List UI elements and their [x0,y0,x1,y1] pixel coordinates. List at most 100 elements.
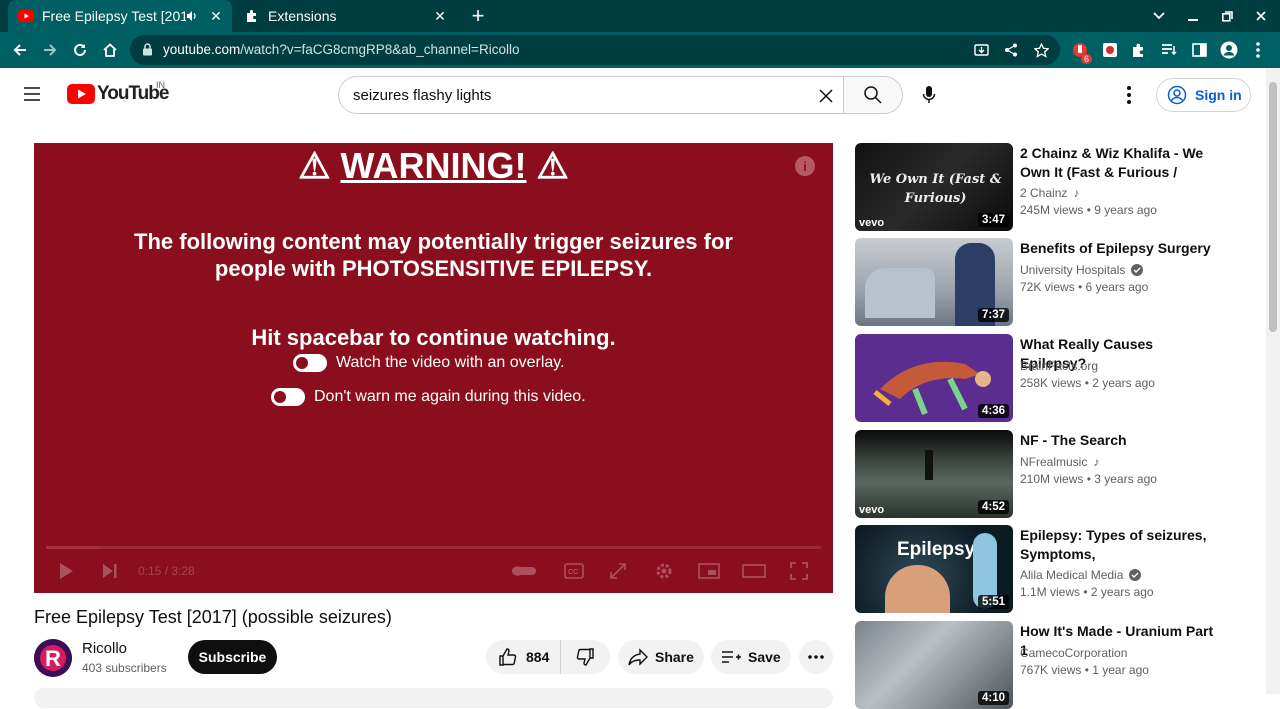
channel-avatar[interactable]: R [34,639,72,677]
thumbs-down-icon [576,648,594,666]
hamburger-menu-icon[interactable] [22,86,46,106]
sign-in-label: Sign in [1195,87,1242,103]
head-illustration [885,565,950,613]
minimize-icon[interactable] [1182,4,1204,28]
youtube-favicon-icon [18,8,34,24]
more-actions-button[interactable] [799,640,833,674]
video-title: Epilepsy: Types of seizures, Symptoms, P… [1020,527,1207,562]
lock-icon[interactable] [142,43,153,61]
video-player[interactable]: ⚠ WARNING! ⚠ i The following content may… [34,143,833,593]
bookmark-star-icon[interactable] [1032,41,1050,59]
miniplayer-icon[interactable] [697,559,721,583]
settings-gear-icon[interactable] [652,559,676,583]
share-arrow-icon [628,648,648,666]
video-thumbnail[interactable]: 4:10 [855,621,1013,709]
like-dislike-group: 884 [486,640,610,674]
no-warn-toggle[interactable] [271,388,305,406]
share-button[interactable]: Share [618,640,704,674]
back-arrow-icon[interactable] [8,38,32,62]
overlay-toggle-row[interactable]: Watch the video with an overlay. [293,354,565,372]
channel-name: CamecoCorporation [1020,646,1127,660]
search-button[interactable] [843,76,903,114]
like-button[interactable]: 884 [486,640,561,674]
install-icon[interactable] [972,41,990,59]
extension-icon[interactable] [1100,40,1120,60]
no-warn-toggle-row[interactable]: Don't warn me again during this video. [271,388,586,406]
clear-search-icon[interactable] [814,84,838,108]
warning-title: WARNING! [340,145,527,186]
save-button[interactable]: Save [711,640,791,674]
puzzle-icon [244,8,260,24]
video-title: NF - The Search [1020,432,1127,448]
subtitles-icon[interactable]: CC [562,559,586,583]
thumbnail-caption: Epilepsy [897,539,976,560]
reading-list-icon[interactable] [1159,40,1179,60]
video-duration: 3:47 [977,213,1009,227]
page-scrollbar[interactable] [1266,68,1280,694]
side-panel-icon[interactable] [1189,40,1209,60]
search-input[interactable]: seizures flashy lights [338,76,844,114]
recommendation-item[interactable]: 4:36 What Really Causes Epilepsy? BrainF… [855,334,1235,422]
forward-arrow-icon[interactable] [38,38,62,62]
video-title: Benefits of Epilepsy Surgery [1020,240,1211,256]
dislike-button[interactable] [561,647,609,667]
tab-close-icon[interactable]: ✕ [430,6,450,26]
theater-mode-icon[interactable] [742,559,766,583]
subscribe-button[interactable]: Subscribe [188,640,277,674]
no-warn-toggle-label: Don't warn me again during this video. [314,388,586,405]
url-host: youtube.com [163,42,241,57]
browser-menu-icon[interactable] [1248,40,1268,60]
recommendation-item[interactable]: 4:10 How It's Made - Uranium Part 1 Came… [855,621,1235,709]
recommendation-item[interactable]: We Own It (Fast & Furious) vevo 3:47 2 C… [855,143,1235,231]
info-icon[interactable]: i [795,156,815,176]
close-window-icon[interactable] [1250,4,1272,28]
channel-name[interactable]: Ricollo [82,640,127,657]
channel-name: University Hospitals [1020,263,1144,277]
continue-instruction: Hit spacebar to continue watching. [251,325,616,350]
profile-icon[interactable] [1219,40,1239,60]
progress-bar[interactable] [46,546,821,549]
toggle-knob [296,357,308,369]
new-tab-button[interactable]: + [466,3,490,28]
fullscreen-icon[interactable] [787,559,811,583]
extensions-puzzle-icon[interactable] [1129,40,1149,60]
video-duration: 4:52 [977,500,1009,514]
recommendation-item[interactable]: vevo 4:52 NF - The Search NFrealmusic ♪ 2… [855,430,1235,518]
settings-more-icon[interactable] [1116,82,1142,108]
recommendation-item[interactable]: 7:37 Benefits of Epilepsy Surgery Univer… [855,238,1235,326]
extension-badge-icon[interactable]: 6 [1070,40,1092,64]
voice-search-button[interactable] [912,78,946,112]
tab-youtube[interactable]: Free Epilepsy Test [2017] ✕ [8,0,232,32]
video-thumbnail[interactable]: 4:36 [855,334,1013,422]
channel-name: Alila Medical Media [1020,568,1142,582]
tab-title: Free Epilepsy Test [2017] [42,8,186,24]
youtube-logo[interactable]: YouTube IN [67,80,169,105]
vevo-logo: vevo [859,217,885,229]
scrollbar-thumb[interactable] [1269,82,1277,332]
tab-extensions[interactable]: Extensions ✕ [234,0,456,32]
reload-icon[interactable] [68,38,92,62]
video-thumbnail[interactable]: Epilepsy 5:51 [855,525,1013,613]
share-page-icon[interactable] [1002,41,1020,59]
play-icon[interactable] [54,559,78,583]
sign-in-button[interactable]: Sign in [1156,78,1251,112]
toggle-knob [274,391,286,403]
tab-close-icon[interactable]: ✕ [206,6,226,26]
miniplayer-expand-icon[interactable] [606,559,630,583]
save-label: Save [748,649,781,665]
description-box[interactable] [34,688,833,708]
video-thumbnail[interactable]: vevo 4:52 [855,430,1013,518]
tab-search-icon[interactable] [1148,4,1170,28]
next-icon[interactable] [98,559,122,583]
time-display: 0:15 / 3:28 [138,564,195,578]
recommendation-item[interactable]: Epilepsy 5:51 Epilepsy: Types of seizure… [855,525,1235,613]
home-icon[interactable] [98,38,122,62]
address-bar[interactable]: youtube.com/watch?v=faCG8cmgRP8&ab_chann… [130,35,1060,65]
video-thumbnail[interactable]: 7:37 [855,238,1013,326]
restore-icon[interactable] [1216,4,1238,28]
autoplay-toggle-icon[interactable] [512,559,536,583]
video-thumbnail[interactable]: We Own It (Fast & Furious) vevo 3:47 [855,143,1013,231]
window-controls [1148,4,1272,28]
speaker-icon[interactable] [186,10,202,22]
overlay-toggle[interactable] [293,354,327,372]
